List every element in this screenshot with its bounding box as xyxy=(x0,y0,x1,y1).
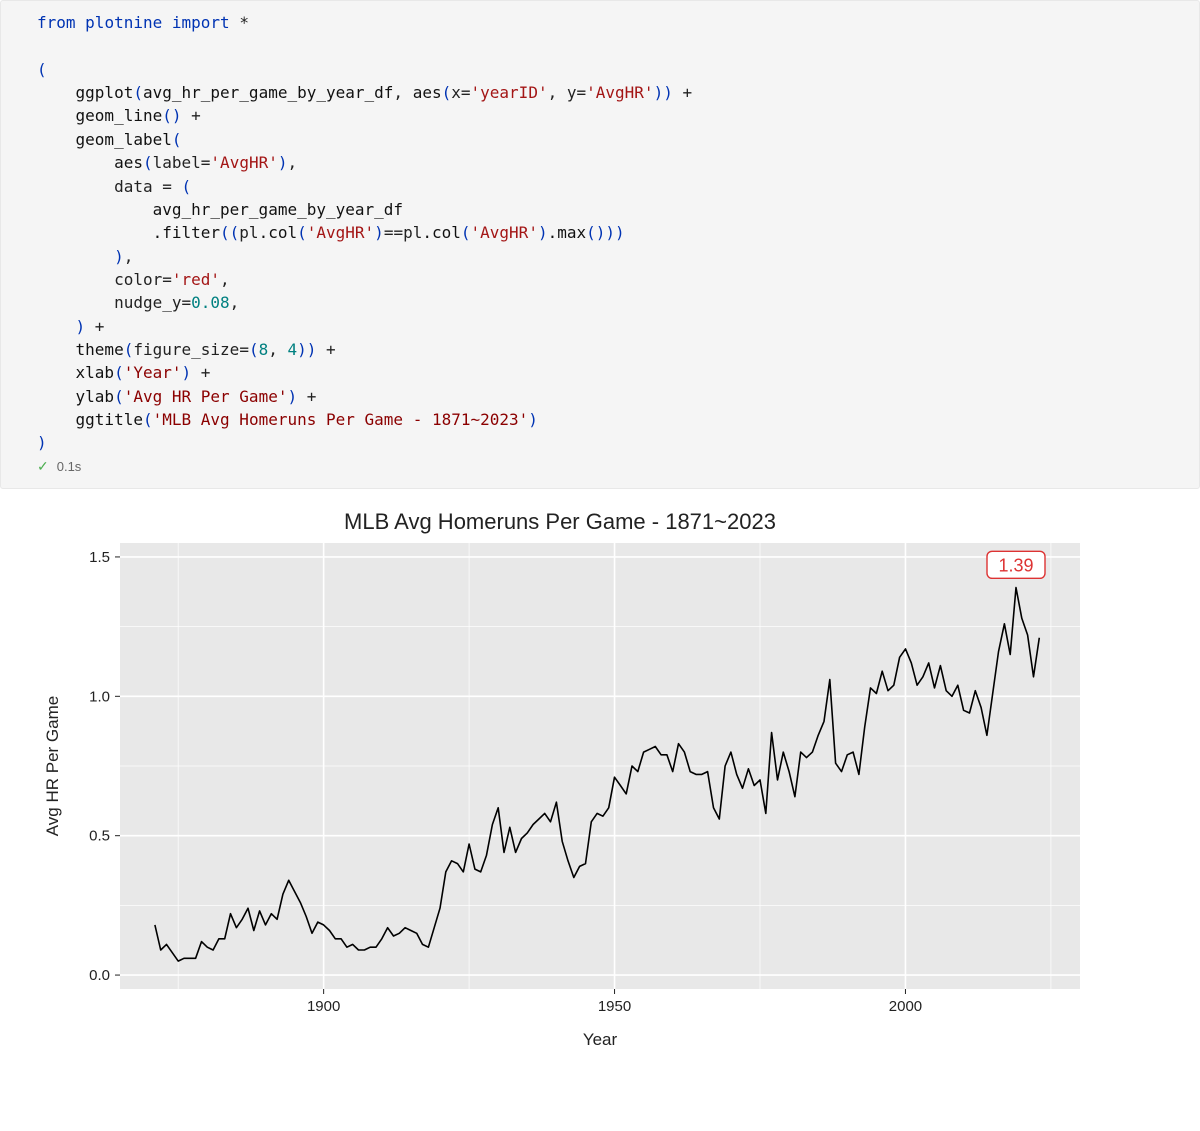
check-icon: ✓ xyxy=(37,459,49,473)
svg-text:1950: 1950 xyxy=(598,998,631,1015)
cell-output: MLB Avg Homeruns Per Game - 1871~2023 0.… xyxy=(0,493,1200,1069)
svg-text:1900: 1900 xyxy=(307,998,340,1015)
svg-text:1.5: 1.5 xyxy=(89,549,110,566)
chart: MLB Avg Homeruns Per Game - 1871~2023 0.… xyxy=(30,503,1090,1059)
svg-text:2000: 2000 xyxy=(889,998,922,1015)
code-area[interactable]: from plotnine import * ( ggplot(avg_hr_p… xyxy=(29,1,1199,488)
chart-title: MLB Avg Homeruns Per Game - 1871~2023 xyxy=(30,503,1090,539)
svg-text:Year: Year xyxy=(583,1030,618,1049)
execution-status: ✓ 0.1s xyxy=(37,455,1191,480)
svg-text:0.0: 0.0 xyxy=(89,967,110,984)
code-cell[interactable]: from plotnine import * ( ggplot(avg_hr_p… xyxy=(0,0,1200,489)
svg-text:0.5: 0.5 xyxy=(89,828,110,845)
chart-svg: 0.0 0.5 1.0 1.5 1900 1950 2000 Year Avg HR Per G… xyxy=(30,539,1090,1059)
svg-text:1.39: 1.39 xyxy=(998,555,1033,575)
code-content[interactable]: from plotnine import * ( ggplot(avg_hr_p… xyxy=(37,11,1191,455)
execution-time: 0.1s xyxy=(57,459,82,474)
svg-text:1.0: 1.0 xyxy=(89,688,110,705)
svg-text:Avg HR Per Game: Avg HR Per Game xyxy=(43,696,62,836)
cell-gutter xyxy=(1,1,29,488)
